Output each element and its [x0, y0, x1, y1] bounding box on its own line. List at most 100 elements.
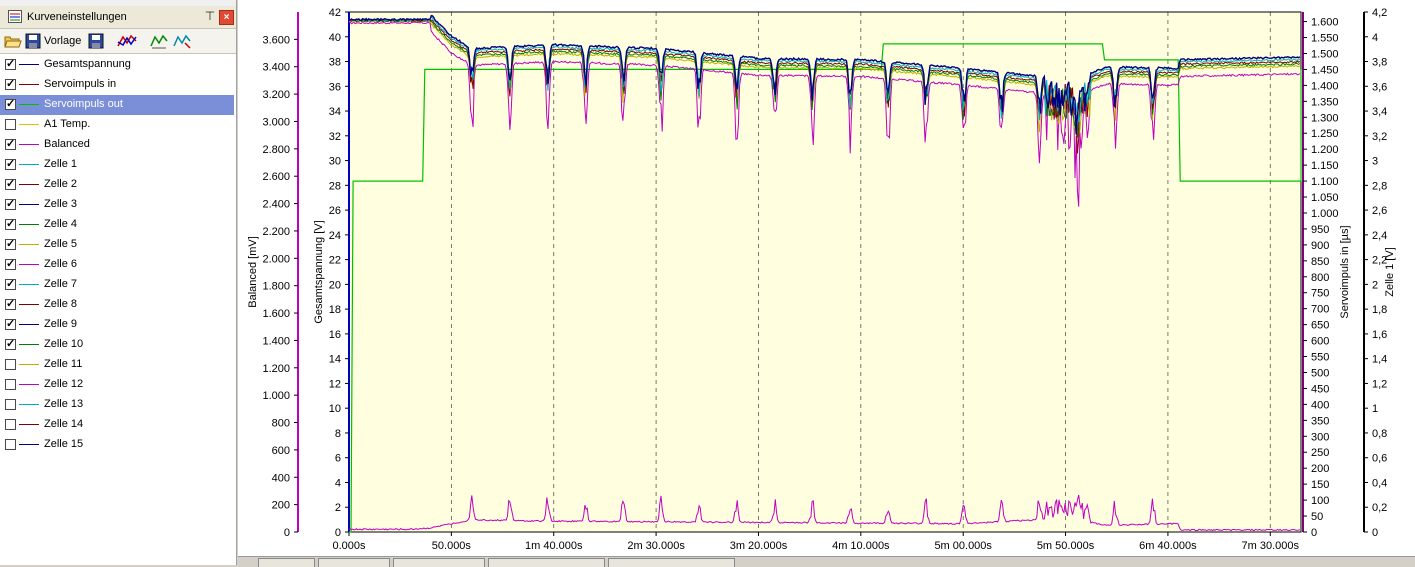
curve-color-swatch — [19, 284, 39, 285]
zelle-axis-tick-label: 1,2 — [1372, 378, 1387, 390]
curve-select-icon[interactable] — [150, 33, 168, 49]
curve-color-swatch — [19, 164, 39, 165]
curve-color-swatch — [19, 104, 39, 105]
zelle-axis-tick-label: 1,6 — [1372, 329, 1387, 341]
curve-deselect-icon[interactable] — [173, 33, 191, 49]
zelle-axis-tick-label: 4,2 — [1372, 7, 1387, 19]
x-tick-label: 5m 50.000s — [1037, 540, 1095, 552]
curve-checkbox[interactable]: ✓ — [5, 58, 16, 70]
servo-axis-tick-label: 1.100 — [1311, 176, 1339, 188]
curve-color-swatch — [19, 144, 39, 145]
zelle-axis-tick-label: 0 — [1372, 527, 1378, 539]
gesamt-axis-tick-label: 12 — [329, 378, 341, 390]
curve-checkbox[interactable]: ✓ — [5, 158, 16, 170]
curve-checkbox[interactable] — [5, 379, 16, 390]
curve-item[interactable]: ✓ Servoimpuls in — [0, 75, 234, 95]
curve-checkbox[interactable] — [5, 399, 16, 410]
zelle-axis-tick-label: 3,4 — [1372, 106, 1387, 118]
x-tick-label: 7m 30.000s — [1242, 540, 1300, 552]
curve-item[interactable]: ✓ Zelle 8 — [0, 295, 234, 315]
servo-axis-tick-label: 450 — [1311, 383, 1329, 395]
curve-item[interactable]: Zelle 14 — [0, 415, 234, 435]
balanced-axis-tick-label: 1.800 — [262, 281, 290, 293]
balanced-axis-tick-label: 600 — [272, 445, 290, 457]
bottom-tab[interactable] — [393, 558, 485, 567]
curve-checkbox[interactable] — [5, 119, 16, 130]
open-folder-icon[interactable] — [4, 33, 22, 49]
curve-item[interactable]: ✓ Servoimpuls out — [0, 95, 234, 115]
curve-label: Zelle 9 — [44, 318, 78, 330]
gesamt-axis-tick-label: 18 — [329, 304, 341, 316]
curve-label: Servoimpuls out — [44, 98, 123, 110]
curve-item[interactable]: Zelle 11 — [0, 355, 234, 375]
servo-axis-tick-label: 100 — [1311, 495, 1329, 507]
checkmark-icon: ✓ — [6, 338, 16, 350]
curve-checkbox[interactable]: ✓ — [5, 278, 16, 290]
x-tick-label: 50.000s — [432, 540, 472, 552]
balanced-axis-label: Balanced [mV] — [247, 236, 259, 308]
chart-area: 0.000s 50.000s 1m 40.000s 2m 30.000s 3m 20.0… — [238, 0, 1415, 556]
panel-toolbar: Vorlage — [0, 29, 236, 54]
gesamt-axis-tick-label: 0 — [335, 527, 341, 539]
curve-item[interactable]: A1 Temp. — [0, 115, 234, 135]
curve-item[interactable]: Zelle 15 — [0, 435, 234, 455]
curve-checkbox[interactable]: ✓ — [5, 178, 16, 190]
balanced-axis-tick-label: 800 — [272, 418, 290, 430]
curve-checkbox[interactable] — [5, 359, 16, 370]
bottom-tab[interactable] — [608, 558, 735, 567]
curve-checkbox[interactable]: ✓ — [5, 338, 16, 350]
curve-checkbox[interactable] — [5, 419, 16, 430]
curve-color-swatch — [19, 324, 39, 325]
curve-add-icon[interactable] — [117, 33, 137, 49]
curve-item[interactable]: ✓ Zelle 10 — [0, 335, 234, 355]
gesamt-axis-tick-label: 22 — [329, 255, 341, 267]
chart[interactable]: 0.000s 50.000s 1m 40.000s 2m 30.000s 3m 20.0… — [238, 0, 1415, 556]
checkmark-icon: ✓ — [6, 278, 16, 290]
gesamt-axis-tick-label: 36 — [329, 81, 341, 93]
curve-label: Zelle 8 — [44, 298, 78, 310]
balanced-axis-tick-label: 0 — [284, 527, 290, 539]
servo-axis-tick-label: 900 — [1311, 240, 1329, 252]
bottom-tab[interactable] — [258, 558, 315, 567]
template-label[interactable]: Vorlage — [44, 35, 81, 47]
curve-checkbox[interactable]: ✓ — [5, 198, 16, 210]
curve-checkbox[interactable]: ✓ — [5, 258, 16, 270]
curve-item[interactable]: ✓ Zelle 7 — [0, 275, 234, 295]
bottom-tab[interactable] — [318, 558, 390, 567]
curve-checkbox[interactable]: ✓ — [5, 98, 16, 110]
curve-item[interactable]: ✓ Zelle 4 — [0, 215, 234, 235]
zelle-axis-tick-label: 2,4 — [1372, 230, 1387, 242]
curve-item[interactable]: ✓ Gesamtspannung — [0, 55, 234, 75]
save-template-icon[interactable] — [25, 33, 41, 49]
curve-checkbox[interactable]: ✓ — [5, 298, 16, 310]
checkmark-icon: ✓ — [6, 238, 16, 250]
curve-checkbox[interactable]: ✓ — [5, 78, 16, 90]
curve-item[interactable]: ✓ Zelle 1 — [0, 155, 234, 175]
plot-background — [349, 12, 1301, 532]
curve-checkbox[interactable]: ✓ — [5, 238, 16, 250]
curve-item[interactable]: ✓ Zelle 9 — [0, 315, 234, 335]
balanced-axis-tick-label: 1.000 — [262, 390, 290, 402]
curve-item[interactable]: ✓ Balanced — [0, 135, 234, 155]
curve-settings-panel: Kurveneinstellungen ⊤ × Vorlage ✓ Gesamt… — [0, 0, 237, 565]
curve-item[interactable]: ✓ Zelle 2 — [0, 175, 234, 195]
curve-item[interactable]: Zelle 12 — [0, 375, 234, 395]
curve-color-swatch — [19, 64, 39, 65]
zelle-axis-label: Zelle 1 [V] — [1384, 247, 1396, 297]
curve-checkbox[interactable]: ✓ — [5, 218, 16, 230]
bottom-tab[interactable] — [488, 558, 605, 567]
curve-checkbox[interactable] — [5, 439, 16, 450]
curve-item[interactable]: ✓ Zelle 3 — [0, 195, 234, 215]
servo-axis-tick-label: 800 — [1311, 272, 1329, 284]
curve-checkbox[interactable]: ✓ — [5, 318, 16, 330]
save-icon[interactable] — [88, 33, 104, 49]
curve-item[interactable]: ✓ Zelle 5 — [0, 235, 234, 255]
curve-label: Zelle 1 — [44, 158, 78, 170]
pin-icon[interactable]: ⊤ — [203, 9, 217, 23]
curve-item[interactable]: Zelle 13 — [0, 395, 234, 415]
curve-item[interactable]: ✓ Zelle 6 — [0, 255, 234, 275]
gesamt-axis-tick-label: 24 — [329, 230, 341, 242]
curve-color-swatch — [19, 124, 39, 125]
close-icon[interactable]: × — [219, 10, 234, 25]
curve-checkbox[interactable]: ✓ — [5, 138, 16, 150]
